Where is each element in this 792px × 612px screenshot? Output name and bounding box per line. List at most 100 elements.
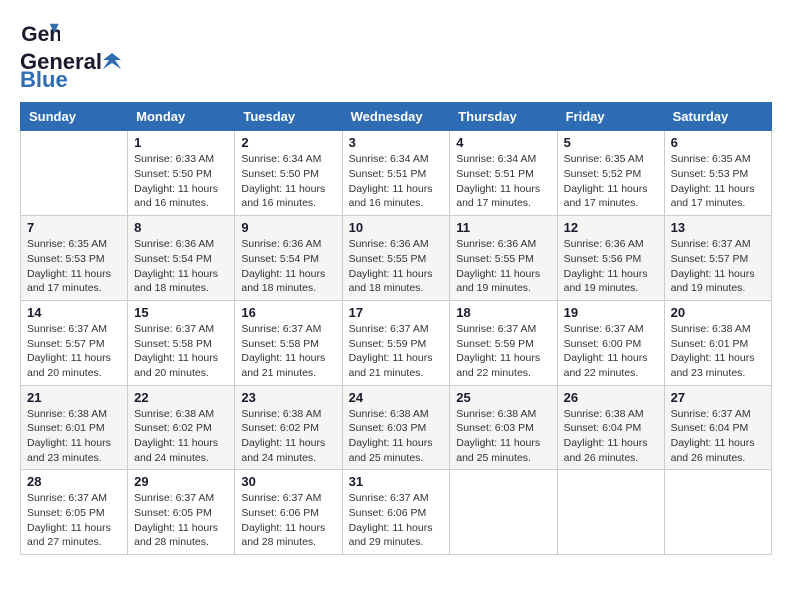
calendar-cell: 25 Sunrise: 6:38 AM Sunset: 6:03 PM Dayli… [450, 385, 557, 470]
day-number: 19 [564, 305, 658, 320]
day-info: Sunrise: 6:38 AM Sunset: 6:01 PM Dayligh… [27, 407, 121, 466]
calendar-cell: 7 Sunrise: 6:35 AM Sunset: 5:53 PM Daylig… [21, 216, 128, 301]
day-info: Sunrise: 6:37 AM Sunset: 5:59 PM Dayligh… [456, 322, 550, 381]
day-info: Sunrise: 6:37 AM Sunset: 6:05 PM Dayligh… [27, 491, 121, 550]
calendar-cell: 1 Sunrise: 6:33 AM Sunset: 5:50 PM Daylig… [128, 131, 235, 216]
day-info: Sunrise: 6:37 AM Sunset: 5:57 PM Dayligh… [671, 237, 765, 296]
calendar-cell [21, 131, 128, 216]
day-number: 5 [564, 135, 658, 150]
calendar-cell: 2Sunrise: 6:34 AM Sunset: 5:50 PM Daylig… [235, 131, 342, 216]
weekday-header-friday: Friday [557, 103, 664, 131]
day-info: Sunrise: 6:36 AM Sunset: 5:56 PM Dayligh… [564, 237, 658, 296]
day-number: 24 [349, 390, 444, 405]
day-number: 7 [27, 220, 121, 235]
calendar-week-row: 7 Sunrise: 6:35 AM Sunset: 5:53 PM Daylig… [21, 216, 772, 301]
day-info: Sunrise: 6:37 AM Sunset: 6:06 PM Dayligh… [349, 491, 444, 550]
calendar-cell: 24 Sunrise: 6:38 AM Sunset: 6:03 PM Dayli… [342, 385, 450, 470]
page-header: General General Blue [20, 20, 772, 92]
calendar-cell: 21 Sunrise: 6:38 AM Sunset: 6:01 PM Dayli… [21, 385, 128, 470]
day-info: Sunrise: 6:34 AM Sunset: 5:51 PM Dayligh… [349, 152, 444, 211]
day-number: 25 [456, 390, 550, 405]
calendar-cell: 19 Sunrise: 6:37 AM Sunset: 6:00 PM Dayli… [557, 300, 664, 385]
calendar-cell: 14 Sunrise: 6:37 AM Sunset: 5:57 PM Dayli… [21, 300, 128, 385]
calendar-cell: 28 Sunrise: 6:37 AM Sunset: 6:05 PM Dayli… [21, 470, 128, 555]
day-info: Sunrise: 6:37 AM Sunset: 6:05 PM Dayligh… [134, 491, 228, 550]
calendar-cell [664, 470, 771, 555]
calendar-cell: 23Sunrise: 6:38 AM Sunset: 6:02 PM Dayli… [235, 385, 342, 470]
day-number: 1 [134, 135, 228, 150]
day-number: 30 [241, 474, 335, 489]
calendar-header: SundayMondayTuesdayWednesdayThursdayFrid… [21, 103, 772, 131]
calendar-cell: 10 Sunrise: 6:36 AM Sunset: 5:55 PM Dayli… [342, 216, 450, 301]
day-info: Sunrise: 6:33 AM Sunset: 5:50 PM Dayligh… [134, 152, 228, 211]
day-number: 22 [134, 390, 228, 405]
calendar-cell: 17Sunrise: 6:37 AM Sunset: 5:59 PM Dayli… [342, 300, 450, 385]
day-number: 4 [456, 135, 550, 150]
day-number: 8 [134, 220, 228, 235]
day-number: 28 [27, 474, 121, 489]
day-number: 9 [241, 220, 335, 235]
calendar-week-row: 1 Sunrise: 6:33 AM Sunset: 5:50 PM Daylig… [21, 131, 772, 216]
day-number: 13 [671, 220, 765, 235]
logo-bird-icon [103, 51, 121, 69]
day-number: 14 [27, 305, 121, 320]
day-info: Sunrise: 6:35 AM Sunset: 5:53 PM Dayligh… [27, 237, 121, 296]
calendar-cell: 27 Sunrise: 6:37 AM Sunset: 6:04 PM Dayli… [664, 385, 771, 470]
calendar-week-row: 28 Sunrise: 6:37 AM Sunset: 6:05 PM Dayli… [21, 470, 772, 555]
day-number: 16 [241, 305, 335, 320]
calendar-cell: 9 Sunrise: 6:36 AM Sunset: 5:54 PM Daylig… [235, 216, 342, 301]
day-info: Sunrise: 6:37 AM Sunset: 6:00 PM Dayligh… [564, 322, 658, 381]
calendar-week-row: 14 Sunrise: 6:37 AM Sunset: 5:57 PM Dayli… [21, 300, 772, 385]
calendar-cell: 20 Sunrise: 6:38 AM Sunset: 6:01 PM Dayli… [664, 300, 771, 385]
day-info: Sunrise: 6:36 AM Sunset: 5:54 PM Dayligh… [134, 237, 228, 296]
day-info: Sunrise: 6:37 AM Sunset: 6:04 PM Dayligh… [671, 407, 765, 466]
day-info: Sunrise: 6:38 AM Sunset: 6:04 PM Dayligh… [564, 407, 658, 466]
day-info: Sunrise: 6:37 AM Sunset: 5:58 PM Dayligh… [241, 322, 335, 381]
weekday-header-saturday: Saturday [664, 103, 771, 131]
day-info: Sunrise: 6:36 AM Sunset: 5:54 PM Dayligh… [241, 237, 335, 296]
day-number: 29 [134, 474, 228, 489]
calendar-week-row: 21 Sunrise: 6:38 AM Sunset: 6:01 PM Dayli… [21, 385, 772, 470]
calendar-cell: 13 Sunrise: 6:37 AM Sunset: 5:57 PM Dayli… [664, 216, 771, 301]
day-number: 26 [564, 390, 658, 405]
day-number: 27 [671, 390, 765, 405]
day-number: 10 [349, 220, 444, 235]
day-number: 3 [349, 135, 444, 150]
calendar-cell: 30 Sunrise: 6:37 AM Sunset: 6:06 PM Dayli… [235, 470, 342, 555]
day-info: Sunrise: 6:34 AM Sunset: 5:50 PM Dayligh… [241, 152, 335, 211]
day-number: 11 [456, 220, 550, 235]
weekday-header-monday: Monday [128, 103, 235, 131]
calendar-cell: 6Sunrise: 6:35 AM Sunset: 5:53 PM Daylig… [664, 131, 771, 216]
calendar-cell: 5 Sunrise: 6:35 AM Sunset: 5:52 PM Daylig… [557, 131, 664, 216]
day-number: 15 [134, 305, 228, 320]
day-number: 18 [456, 305, 550, 320]
calendar-cell: 16 Sunrise: 6:37 AM Sunset: 5:58 PM Dayli… [235, 300, 342, 385]
day-info: Sunrise: 6:38 AM Sunset: 6:03 PM Dayligh… [456, 407, 550, 466]
day-number: 31 [349, 474, 444, 489]
calendar-cell: 18 Sunrise: 6:37 AM Sunset: 5:59 PM Dayli… [450, 300, 557, 385]
day-info: Sunrise: 6:38 AM Sunset: 6:02 PM Dayligh… [134, 407, 228, 466]
day-info: Sunrise: 6:35 AM Sunset: 5:52 PM Dayligh… [564, 152, 658, 211]
calendar-cell: 12Sunrise: 6:36 AM Sunset: 5:56 PM Dayli… [557, 216, 664, 301]
calendar-cell: 8 Sunrise: 6:36 AM Sunset: 5:54 PM Daylig… [128, 216, 235, 301]
calendar-table: SundayMondayTuesdayWednesdayThursdayFrid… [20, 102, 772, 555]
day-info: Sunrise: 6:36 AM Sunset: 5:55 PM Dayligh… [456, 237, 550, 296]
day-number: 17 [349, 305, 444, 320]
day-number: 20 [671, 305, 765, 320]
day-number: 23 [241, 390, 335, 405]
day-info: Sunrise: 6:37 AM Sunset: 5:57 PM Dayligh… [27, 322, 121, 381]
calendar-cell: 4Sunrise: 6:34 AM Sunset: 5:51 PM Daylig… [450, 131, 557, 216]
day-number: 21 [27, 390, 121, 405]
day-info: Sunrise: 6:36 AM Sunset: 5:55 PM Dayligh… [349, 237, 444, 296]
day-info: Sunrise: 6:37 AM Sunset: 5:58 PM Dayligh… [134, 322, 228, 381]
weekday-header-thursday: Thursday [450, 103, 557, 131]
calendar-cell [557, 470, 664, 555]
day-info: Sunrise: 6:37 AM Sunset: 6:06 PM Dayligh… [241, 491, 335, 550]
logo: General General Blue [20, 20, 122, 92]
calendar-cell: 31 Sunrise: 6:37 AM Sunset: 6:06 PM Dayli… [342, 470, 450, 555]
calendar-cell: 22 Sunrise: 6:38 AM Sunset: 6:02 PM Dayli… [128, 385, 235, 470]
day-info: Sunrise: 6:38 AM Sunset: 6:01 PM Dayligh… [671, 322, 765, 381]
weekday-header-tuesday: Tuesday [235, 103, 342, 131]
day-info: Sunrise: 6:38 AM Sunset: 6:03 PM Dayligh… [349, 407, 444, 466]
logo-icon: General [20, 20, 60, 50]
